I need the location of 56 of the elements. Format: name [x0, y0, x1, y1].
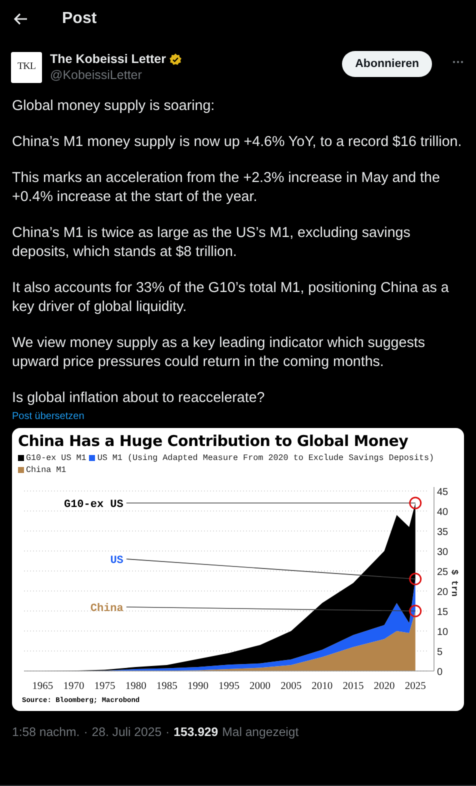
- legend-item: G10-ex US M1: [18, 453, 86, 463]
- chart-title: China Has a Huge Contribution to Global Money: [18, 432, 410, 450]
- axis-label: 2020: [374, 681, 395, 692]
- post-paragraph: It also accounts for 33% of the G10’s total M1, positioning China as a key driver of global liquidity.: [12, 279, 450, 317]
- avatar[interactable]: TKL: [11, 52, 42, 83]
- page-title: Post: [62, 10, 97, 28]
- axis-label: 1970: [63, 681, 84, 692]
- post-paragraph: China’s M1 money supply is now up +4.6% YoY, to a record $16 trillion.: [12, 133, 463, 152]
- axis-label: 5: [437, 647, 443, 658]
- translate-link[interactable]: Post übersetzen: [0, 408, 476, 422]
- view-label: Mal angezeigt: [222, 725, 299, 739]
- axis-label: 1995: [218, 681, 240, 692]
- axis-label: 1985: [156, 681, 178, 692]
- axis-label: 25: [437, 567, 448, 578]
- post-time[interactable]: 1:58 nachm.: [12, 725, 80, 739]
- highlight-circle: [409, 496, 422, 510]
- post-paragraph: Is global inflation about to reaccelerate?: [12, 389, 266, 408]
- axis-label: 2005: [280, 681, 302, 692]
- axis-title: $ trn: [449, 570, 459, 596]
- post-date[interactable]: 28. Juli 2025: [92, 725, 162, 739]
- highlight-circle: [409, 604, 422, 618]
- avatar-logo-text: TKL: [18, 60, 36, 72]
- annotation-label: G10-ex US: [64, 499, 124, 511]
- separator: ·: [166, 725, 170, 739]
- axis-label: 2025: [404, 681, 426, 692]
- axis-label: 10: [437, 627, 448, 638]
- axis-label: 45: [437, 487, 448, 498]
- legend-item: China M1: [18, 465, 66, 475]
- view-count: 153.929: [174, 725, 218, 739]
- post-paragraph: This marks an acceleration from the +2.3% increase in May and the +0.4% increase at the start of the year.: [12, 169, 441, 207]
- separator: ·: [84, 725, 88, 739]
- axis-label: 2010: [312, 681, 333, 692]
- follow-button[interactable]: Abonnieren: [342, 51, 432, 77]
- axis-label: 1975: [94, 681, 116, 692]
- axis-label: 1965: [32, 681, 54, 692]
- highlight-circle: [409, 572, 422, 586]
- axis-label: 2015: [342, 681, 364, 692]
- legend-item: US M1 (Using Adapted Measure From 2020 to Exclude Savings Deposits): [89, 453, 434, 463]
- axis-label: 35: [437, 527, 448, 538]
- post-paragraph: China’s M1 is twice as large as the US’s M1, excluding savings deposits, which stands at $8 trillion.: [12, 224, 412, 262]
- axis-label: 1990: [187, 681, 208, 692]
- annotation-label: China: [90, 603, 124, 615]
- more-icon[interactable]: [452, 60, 464, 64]
- axis-label: 30: [437, 547, 448, 558]
- post-paragraph: Global money supply is soaring:: [12, 97, 216, 116]
- axis-label: 20: [437, 587, 448, 598]
- post-paragraph: We view money supply as a key leading indicator which suggests upward price pressures could return in the coming months.: [12, 334, 426, 372]
- back-arrow-icon[interactable]: [14, 13, 28, 25]
- axis-label: 0: [437, 667, 443, 678]
- author-name[interactable]: The Kobeissi Letter: [50, 52, 166, 66]
- axis-label: 15: [437, 607, 448, 618]
- annotation-label: US: [110, 555, 124, 567]
- author-handle[interactable]: @KobeissiLetter: [50, 68, 334, 82]
- axis-label: 2000: [250, 681, 271, 692]
- axis-label: 40: [437, 507, 448, 518]
- axis-label: 1980: [125, 681, 146, 692]
